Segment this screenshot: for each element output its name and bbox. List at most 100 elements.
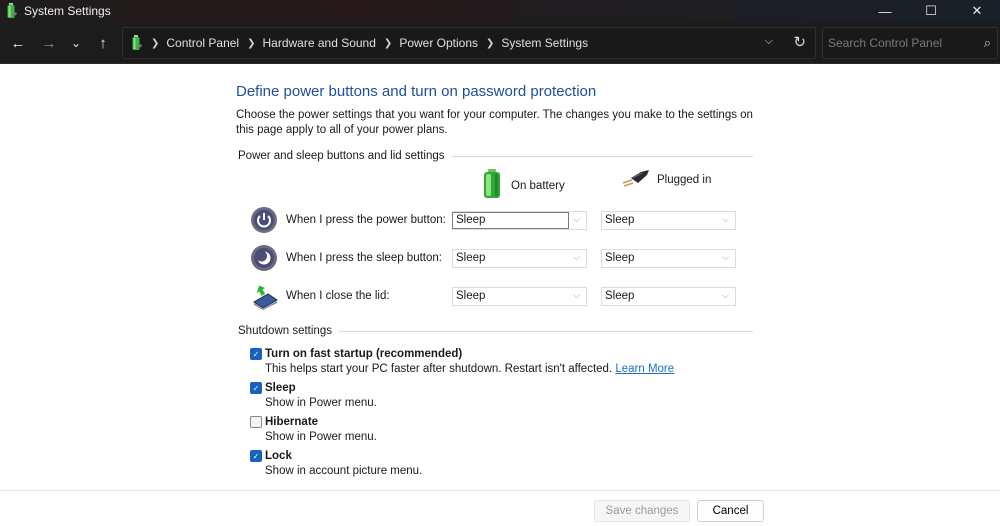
column-label: On battery bbox=[511, 179, 565, 192]
chevron-down-icon: ⌵ bbox=[573, 251, 580, 262]
chevron-right-icon: ❯ bbox=[486, 37, 495, 49]
fast-startup-option: ✓ Turn on fast startup (recommended) Thi… bbox=[250, 348, 674, 375]
option-description: This helps start your PC faster after sh… bbox=[265, 363, 613, 375]
select-value: Sleep bbox=[605, 214, 635, 226]
arrow-left-icon: ← bbox=[10, 34, 26, 52]
chevron-down-icon: ⌵ bbox=[722, 289, 729, 300]
select-value: Sleep bbox=[605, 252, 635, 264]
window-title: System Settings bbox=[24, 4, 111, 18]
shutdown-section-header: Shutdown settings bbox=[238, 325, 753, 337]
close-button[interactable]: ✕ bbox=[954, 0, 1000, 22]
arrow-right-icon: → bbox=[41, 34, 57, 52]
select-value: Sleep bbox=[456, 252, 486, 264]
checkbox-label: Lock bbox=[265, 450, 292, 462]
laptop-lid-icon bbox=[250, 282, 278, 310]
minimize-icon: — bbox=[878, 3, 892, 19]
checkmark-icon: ✓ bbox=[252, 383, 260, 393]
select-value: Sleep bbox=[456, 290, 486, 302]
sleep-checkbox[interactable]: ✓ bbox=[250, 382, 262, 394]
checkbox-label: Hibernate bbox=[265, 416, 319, 428]
battery-app-icon bbox=[6, 3, 18, 19]
section-divider bbox=[338, 330, 753, 332]
row-label: When I press the sleep button: bbox=[286, 252, 442, 264]
sleep-button-plugged-in-select[interactable]: Sleep ⌵ bbox=[601, 248, 736, 268]
title-bar: System Settings — ☐ ✕ bbox=[0, 0, 1000, 22]
sleep-button-on-battery-select[interactable]: Sleep ⌵ bbox=[452, 248, 587, 268]
forward-button[interactable]: → bbox=[38, 32, 60, 54]
footer-bar: Save changes Cancel bbox=[0, 490, 1000, 526]
row-label: When I press the power button: bbox=[286, 214, 446, 226]
save-changes-button[interactable]: Save changes bbox=[594, 500, 690, 522]
breadcrumb-power-options[interactable]: ❯ Power Options bbox=[376, 36, 478, 50]
close-icon: ✕ bbox=[971, 3, 983, 18]
select-value: Sleep bbox=[605, 290, 635, 302]
battery-location-icon bbox=[131, 35, 143, 51]
power-button-icon bbox=[250, 206, 278, 234]
chevron-down-icon: ⌵ bbox=[573, 289, 580, 300]
breadcrumb-label: System Settings bbox=[501, 36, 589, 50]
address-dropdown-button[interactable]: ⌵ bbox=[765, 35, 773, 48]
lid-close-plugged-in-select[interactable]: Sleep ⌵ bbox=[601, 286, 736, 306]
chevron-right-icon: ❯ bbox=[247, 37, 256, 49]
plugged-in-column-header: Plugged in bbox=[621, 168, 711, 191]
lock-checkbox[interactable]: ✓ bbox=[250, 450, 262, 462]
section-label: Shutdown settings bbox=[238, 325, 332, 337]
arrow-up-icon: ↑ bbox=[99, 34, 107, 52]
address-bar[interactable]: ❯ Control Panel ❯ Hardware and Sound ❯ Powe… bbox=[122, 27, 816, 59]
on-battery-column-header: On battery bbox=[481, 168, 565, 203]
hibernate-checkbox[interactable] bbox=[250, 416, 262, 428]
minimize-button[interactable]: — bbox=[862, 0, 908, 22]
sleep-option: ✓ Sleep Show in Power menu. bbox=[250, 382, 377, 409]
power-button-on-battery-select[interactable]: Sleep ⌵ bbox=[452, 210, 587, 230]
search-box: ⌕ bbox=[822, 27, 998, 59]
battery-icon bbox=[481, 168, 503, 203]
power-plug-icon bbox=[621, 168, 651, 191]
page-title: Define power buttons and turn on passwor… bbox=[236, 83, 597, 100]
search-icon[interactable]: ⌕ bbox=[984, 35, 991, 51]
main-content: Define power buttons and turn on passwor… bbox=[0, 64, 1000, 490]
back-button[interactable]: ← bbox=[7, 32, 29, 54]
breadcrumb-system-settings[interactable]: ❯ System Settings bbox=[478, 36, 588, 50]
section-divider bbox=[451, 155, 753, 157]
search-input[interactable] bbox=[828, 35, 978, 51]
breadcrumb-hardware-and-sound[interactable]: ❯ Hardware and Sound bbox=[239, 36, 376, 50]
breadcrumb-control-panel[interactable]: ❯ Control Panel bbox=[143, 36, 239, 50]
learn-more-link[interactable]: Learn More bbox=[615, 363, 674, 375]
checkbox-label: Turn on fast startup (recommended) bbox=[265, 348, 463, 360]
chevron-down-icon: ⌵ bbox=[722, 251, 729, 262]
chevron-right-icon: ❯ bbox=[383, 37, 393, 49]
row-label: When I close the lid: bbox=[286, 290, 390, 302]
hibernate-option: Hibernate Show in Power menu. bbox=[250, 416, 377, 443]
navigation-bar: ← → ⌄ ↑ ❯ Control Panel ❯ Hardware and Sou… bbox=[0, 22, 1000, 64]
breadcrumb-label: Hardware and Sound bbox=[262, 36, 376, 50]
option-description: Show in account picture menu. bbox=[265, 465, 423, 477]
chevron-down-icon: ⌄ bbox=[70, 36, 82, 50]
breadcrumb-label: Control Panel bbox=[166, 36, 240, 50]
sleep-button-icon bbox=[250, 244, 278, 272]
up-button[interactable]: ↑ bbox=[92, 32, 114, 54]
refresh-icon[interactable]: ↻ bbox=[793, 33, 806, 51]
chevron-down-icon: ⌵ bbox=[722, 213, 729, 224]
power-button-plugged-in-select[interactable]: Sleep ⌵ bbox=[601, 210, 736, 230]
option-description: Show in Power menu. bbox=[265, 431, 377, 443]
maximize-button[interactable]: ☐ bbox=[908, 0, 954, 22]
page-description: Choose the power settings that you want … bbox=[236, 109, 753, 136]
lid-close-on-battery-select[interactable]: Sleep ⌵ bbox=[452, 286, 587, 306]
power-button-setting-row: When I press the power button: Sleep ⌵ S… bbox=[250, 205, 750, 235]
recent-locations-button[interactable]: ⌄ bbox=[65, 32, 87, 54]
fast-startup-checkbox[interactable]: ✓ bbox=[250, 348, 262, 360]
column-label: Plugged in bbox=[657, 173, 712, 186]
chevron-right-icon: ❯ bbox=[151, 37, 160, 49]
chevron-down-icon: ⌵ bbox=[573, 213, 580, 224]
breadcrumb-label: Power Options bbox=[399, 36, 479, 50]
section-label: Power and sleep buttons and lid settings bbox=[238, 150, 445, 162]
cancel-button[interactable]: Cancel bbox=[697, 500, 764, 522]
sleep-button-setting-row: When I press the sleep button: Sleep ⌵ S… bbox=[250, 243, 750, 273]
power-section-header: Power and sleep buttons and lid settings bbox=[238, 150, 753, 162]
checkmark-icon: ✓ bbox=[252, 349, 260, 359]
lid-close-setting-row: When I close the lid: Sleep ⌵ Sleep ⌵ bbox=[250, 281, 750, 311]
maximize-icon: ☐ bbox=[925, 3, 937, 18]
lock-option: ✓ Lock Show in account picture menu. bbox=[250, 450, 422, 477]
checkmark-icon: ✓ bbox=[252, 451, 260, 461]
checkbox-label: Sleep bbox=[265, 382, 296, 394]
